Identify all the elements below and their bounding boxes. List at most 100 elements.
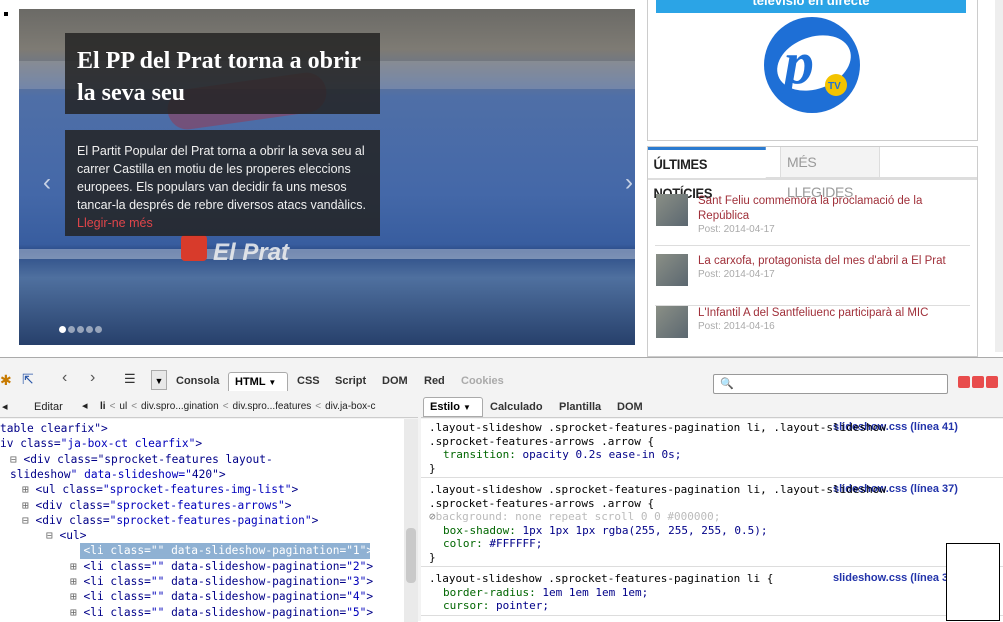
expand-icon[interactable]: ⊞ xyxy=(70,560,83,573)
css-selector[interactable]: .sprocket-features-arrows .arrow { xyxy=(429,435,654,449)
tree-node-text: <li class="" data-slideshow-pagination="… xyxy=(83,605,374,619)
tab-layout[interactable]: Plantilla xyxy=(559,401,601,413)
tab-dom[interactable]: DOM xyxy=(382,375,408,387)
tree-node[interactable]: slideshow" data-slideshow="420"> xyxy=(10,467,226,482)
chevron-down-icon[interactable]: ▼ xyxy=(151,370,167,390)
breadcrumb-scroll-left-icon[interactable]: ◂ xyxy=(82,399,88,412)
tree-node[interactable]: ⊞ <li class="" data-slideshow-pagination… xyxy=(70,605,373,620)
tab-net[interactable]: Red xyxy=(424,375,445,387)
tab-style[interactable]: Estilo ▼ xyxy=(423,397,483,417)
disabled-icon[interactable]: ⊘ xyxy=(429,510,436,523)
css-property-name: color: xyxy=(443,537,483,550)
read-more-link[interactable]: Llegir-ne més xyxy=(77,216,153,230)
pagination-dot[interactable] xyxy=(68,326,75,333)
css-property[interactable]: ⊘background: none repeat scroll 0 0 #000… xyxy=(429,510,720,524)
forward-icon[interactable]: › xyxy=(90,369,95,387)
menu-icon[interactable]: ☰ xyxy=(124,371,136,387)
tab-html[interactable]: HTML ▼ xyxy=(228,372,288,391)
inspect-icon[interactable]: ⇱ xyxy=(22,371,34,388)
css-property[interactable]: border-radius: 1em 1em 1em 1em; xyxy=(443,586,648,600)
css-selector[interactable]: .layout-slideshow .sprocket-features-pag… xyxy=(429,572,773,586)
breadcrumb-item[interactable]: div.ja-box-c xyxy=(325,401,375,412)
chevron-down-icon: ▼ xyxy=(268,378,277,387)
tab-computed[interactable]: Calculado xyxy=(490,401,543,413)
tree-node[interactable]: ⊟ <ul> xyxy=(46,528,86,543)
tree-node[interactable]: ⊞ <li class="" data-slideshow-pagination… xyxy=(70,574,373,589)
tree-node[interactable]: ⊞ <li class="" data-slideshow-pagination… xyxy=(70,543,373,558)
tree-node[interactable]: ⊞ <ul class="sprocket-features-img-list"… xyxy=(22,482,298,497)
css-property[interactable]: transition: opacity 0.2s ease-in 0s; xyxy=(443,448,681,462)
tab-script[interactable]: Script xyxy=(335,375,366,387)
slide-next-arrow[interactable]: › xyxy=(625,169,633,197)
pagination-dot[interactable] xyxy=(86,326,93,333)
tree-node[interactable]: table clearfix"> xyxy=(0,421,108,436)
css-property-name: box-shadow: xyxy=(443,523,516,537)
expand-icon[interactable]: ⊞ xyxy=(70,590,83,603)
news-item[interactable]: La carxofa, protagonista del mes d'abril… xyxy=(655,254,970,306)
news-item[interactable]: L'Infantil A del Santfeliuenc participar… xyxy=(655,306,970,357)
pagination-dot[interactable] xyxy=(59,326,66,333)
slide-prev-arrow[interactable]: ‹ xyxy=(43,169,51,197)
news-thumbnail[interactable] xyxy=(656,194,688,226)
slide-title[interactable]: El PP del Prat torna a obrir la seva seu xyxy=(77,45,368,109)
tab-most-read[interactable]: MÉS LLEGIDES xyxy=(780,147,880,200)
page-scrollbar[interactable] xyxy=(995,0,1003,352)
collapse-icon[interactable]: ⊟ xyxy=(22,514,35,527)
news-title[interactable]: Sant Feliu commemora la proclamació de l… xyxy=(698,194,968,224)
expand-icon[interactable]: ⊞ xyxy=(22,483,35,496)
featured-slideshow[interactable]: El Prat El PP del Prat torna a obrir la … xyxy=(19,9,635,345)
css-property[interactable]: cursor: pointer; xyxy=(443,599,549,613)
expand-icon[interactable]: ⊞ xyxy=(22,499,35,512)
expand-icon[interactable]: ⊞ xyxy=(70,544,83,557)
tab-console[interactable]: Consola xyxy=(176,375,219,387)
tab-cookies[interactable]: Cookies xyxy=(461,375,504,387)
breadcrumb-scroll-left-icon[interactable]: ◂ xyxy=(2,400,8,413)
tree-node[interactable]: ⊞ <li class="" data-slideshow-pagination… xyxy=(70,559,373,574)
detach-icon[interactable] xyxy=(972,376,984,388)
tab-latest-news[interactable]: ÚLTIMES NOTÍCIES xyxy=(648,147,766,201)
css-selector[interactable]: .layout-slideshow .sprocket-features-pag… xyxy=(429,421,886,435)
firebug-icon[interactable]: ✱ xyxy=(0,372,12,389)
tree-scrollbar-thumb[interactable] xyxy=(406,528,416,583)
tree-node[interactable]: ⊟ <div class="sprocket-features-paginati… xyxy=(22,513,318,528)
tree-node[interactable]: iv class="ja-box-ct clearfix"> xyxy=(0,436,202,451)
css-selector[interactable]: .layout-slideshow .sprocket-features-pag… xyxy=(429,483,886,497)
close-icon[interactable] xyxy=(986,376,998,388)
news-thumbnail[interactable] xyxy=(656,306,688,338)
tree-node-text: <ul class="sprocket-features-img-list"> xyxy=(35,483,299,497)
pagination-dot[interactable] xyxy=(95,326,102,333)
css-source-link[interactable]: slideshow.css (línea 31) xyxy=(833,572,958,584)
breadcrumb-item[interactable]: li xyxy=(100,401,106,412)
back-icon[interactable]: ‹ xyxy=(62,369,67,387)
css-property[interactable]: color: #FFFFFF; xyxy=(443,537,542,551)
firebug-search-input[interactable]: 🔍 xyxy=(713,374,948,394)
breadcrumb-item[interactable]: ul xyxy=(119,401,127,412)
slide-description-box: El Partit Popular del Prat torna a obrir… xyxy=(65,130,380,236)
news-item[interactable]: Sant Feliu commemora la proclamació de l… xyxy=(655,194,970,246)
tv-logo-icon[interactable]: p TV xyxy=(762,15,862,115)
news-title[interactable]: L'Infantil A del Santfeliuenc participar… xyxy=(698,306,968,321)
breadcrumb-item[interactable]: div.spro...gination xyxy=(141,401,219,412)
css-property[interactable]: box-shadow: 1px 1px 1px rgba(255, 255, 2… xyxy=(443,524,768,538)
news-thumbnail[interactable] xyxy=(656,254,688,286)
news-title[interactable]: La carxofa, protagonista del mes d'abril… xyxy=(698,254,968,269)
expand-icon[interactable]: ⊞ xyxy=(70,575,83,588)
css-selector[interactable]: .sprocket-features-arrows .arrow { xyxy=(429,497,654,511)
edit-button[interactable]: Editar xyxy=(34,401,63,413)
pagination-dot[interactable] xyxy=(77,326,84,333)
tv-widget: televisió en directe p TV xyxy=(647,0,978,141)
collapse-icon[interactable]: ⊟ xyxy=(10,453,23,466)
expand-icon[interactable]: ⊞ xyxy=(70,606,83,619)
breadcrumb-item[interactable]: div.spro...features xyxy=(233,401,312,412)
tree-scrollbar[interactable] xyxy=(404,419,418,622)
tree-node[interactable]: ⊟ <div class="sprocket-features layout- xyxy=(10,452,273,467)
collapse-icon[interactable]: ⊟ xyxy=(46,529,59,542)
tab-css[interactable]: CSS xyxy=(297,375,320,387)
css-rules-panel[interactable]: slideshow.css (línea 41) .layout-slidesho… xyxy=(421,419,1003,622)
tv-live-banner[interactable]: televisió en directe xyxy=(656,0,966,13)
tab-side-dom[interactable]: DOM xyxy=(617,401,643,413)
html-tree[interactable]: table clearfix"> iv class="ja-box-ct clea… xyxy=(0,419,404,622)
tree-node[interactable]: ⊞ <li class="" data-slideshow-pagination… xyxy=(70,589,373,604)
tree-node[interactable]: ⊞ <div class="sprocket-features-arrows"> xyxy=(22,498,291,513)
minimize-icon[interactable] xyxy=(958,376,970,388)
